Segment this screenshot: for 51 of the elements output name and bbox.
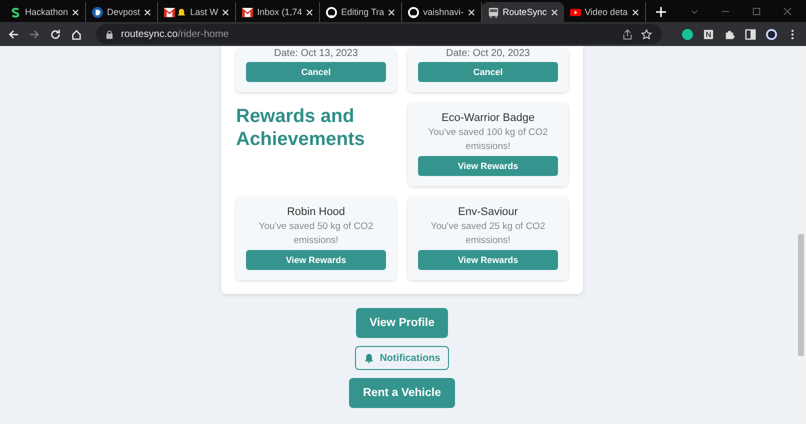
share-icon[interactable] <box>622 28 633 40</box>
browser-tab[interactable]: RouteSync <box>482 2 564 22</box>
new-tab-icon[interactable] <box>656 7 666 17</box>
tab-title: Hackathon <box>25 7 68 17</box>
view-rewards-button[interactable]: View Rewards <box>246 250 386 270</box>
action-button[interactable]: View Profile <box>356 308 448 338</box>
home-icon[interactable] <box>71 28 82 40</box>
sidebar-icon[interactable] <box>745 28 756 40</box>
extension-square-icon[interactable] <box>703 28 714 40</box>
bell-icon <box>364 353 374 363</box>
tab-title: Editing Tra <box>341 7 384 17</box>
tab-title: Devpost <box>107 7 140 17</box>
tab-title: vaishnavi- <box>423 7 464 17</box>
cancel-button[interactable]: Cancel <box>418 62 558 82</box>
reward-title: Eco-Warrior Badge <box>441 111 535 126</box>
bus-icon <box>488 6 499 18</box>
scrollbar[interactable] <box>796 46 806 424</box>
tab-title: Inbox (1,74 <box>257 7 302 17</box>
view-rewards-button[interactable]: View Rewards <box>418 156 558 176</box>
s-logo-icon <box>10 6 21 18</box>
extension-circle-icon[interactable] <box>682 28 693 40</box>
booking-date: Date: Oct 13, 2023 <box>274 48 358 60</box>
forward-arrow-icon[interactable] <box>29 28 40 40</box>
star-icon[interactable] <box>641 28 652 40</box>
puzzle-icon[interactable] <box>724 28 735 40</box>
scrollbar-thumb[interactable] <box>798 234 804 356</box>
reward-title: Robin Hood <box>286 205 346 220</box>
lock-icon <box>106 30 113 38</box>
action-button[interactable]: Rent a Vehicle <box>349 378 455 408</box>
url-text: routesync.co/rider-home <box>121 28 230 40</box>
reward-description: You've saved 25 kg of CO2 emissions! <box>430 220 546 248</box>
reward-description: You've saved 50 kg of CO2 emissions! <box>258 220 374 248</box>
address-bar[interactable]: routesync.co/rider-home <box>96 24 662 44</box>
mail-icon <box>164 6 176 18</box>
cancel-button[interactable]: Cancel <box>246 62 386 82</box>
section-heading: Rewards and Achievements <box>236 105 366 152</box>
video-play-icon <box>570 6 581 18</box>
booking-date: Date: Oct 20, 2023 <box>446 48 530 60</box>
view-rewards-button[interactable]: View Rewards <box>418 250 558 270</box>
tab-title: RouteSync <box>502 7 547 17</box>
d-logo-icon <box>92 6 104 18</box>
mail-icon <box>242 6 254 18</box>
avatar-icon[interactable] <box>766 28 777 40</box>
maximize-icon[interactable] <box>752 7 761 16</box>
tab-title: Video deta <box>584 7 628 17</box>
tab-title: Last W <box>190 7 218 17</box>
back-arrow-icon[interactable] <box>8 28 19 40</box>
reward-description: You've saved 100 kg of CO2 emissions! <box>427 126 549 154</box>
reward-title: Env-Saviour <box>458 205 518 220</box>
bell-icon <box>177 8 186 16</box>
reload-icon[interactable] <box>50 28 61 40</box>
